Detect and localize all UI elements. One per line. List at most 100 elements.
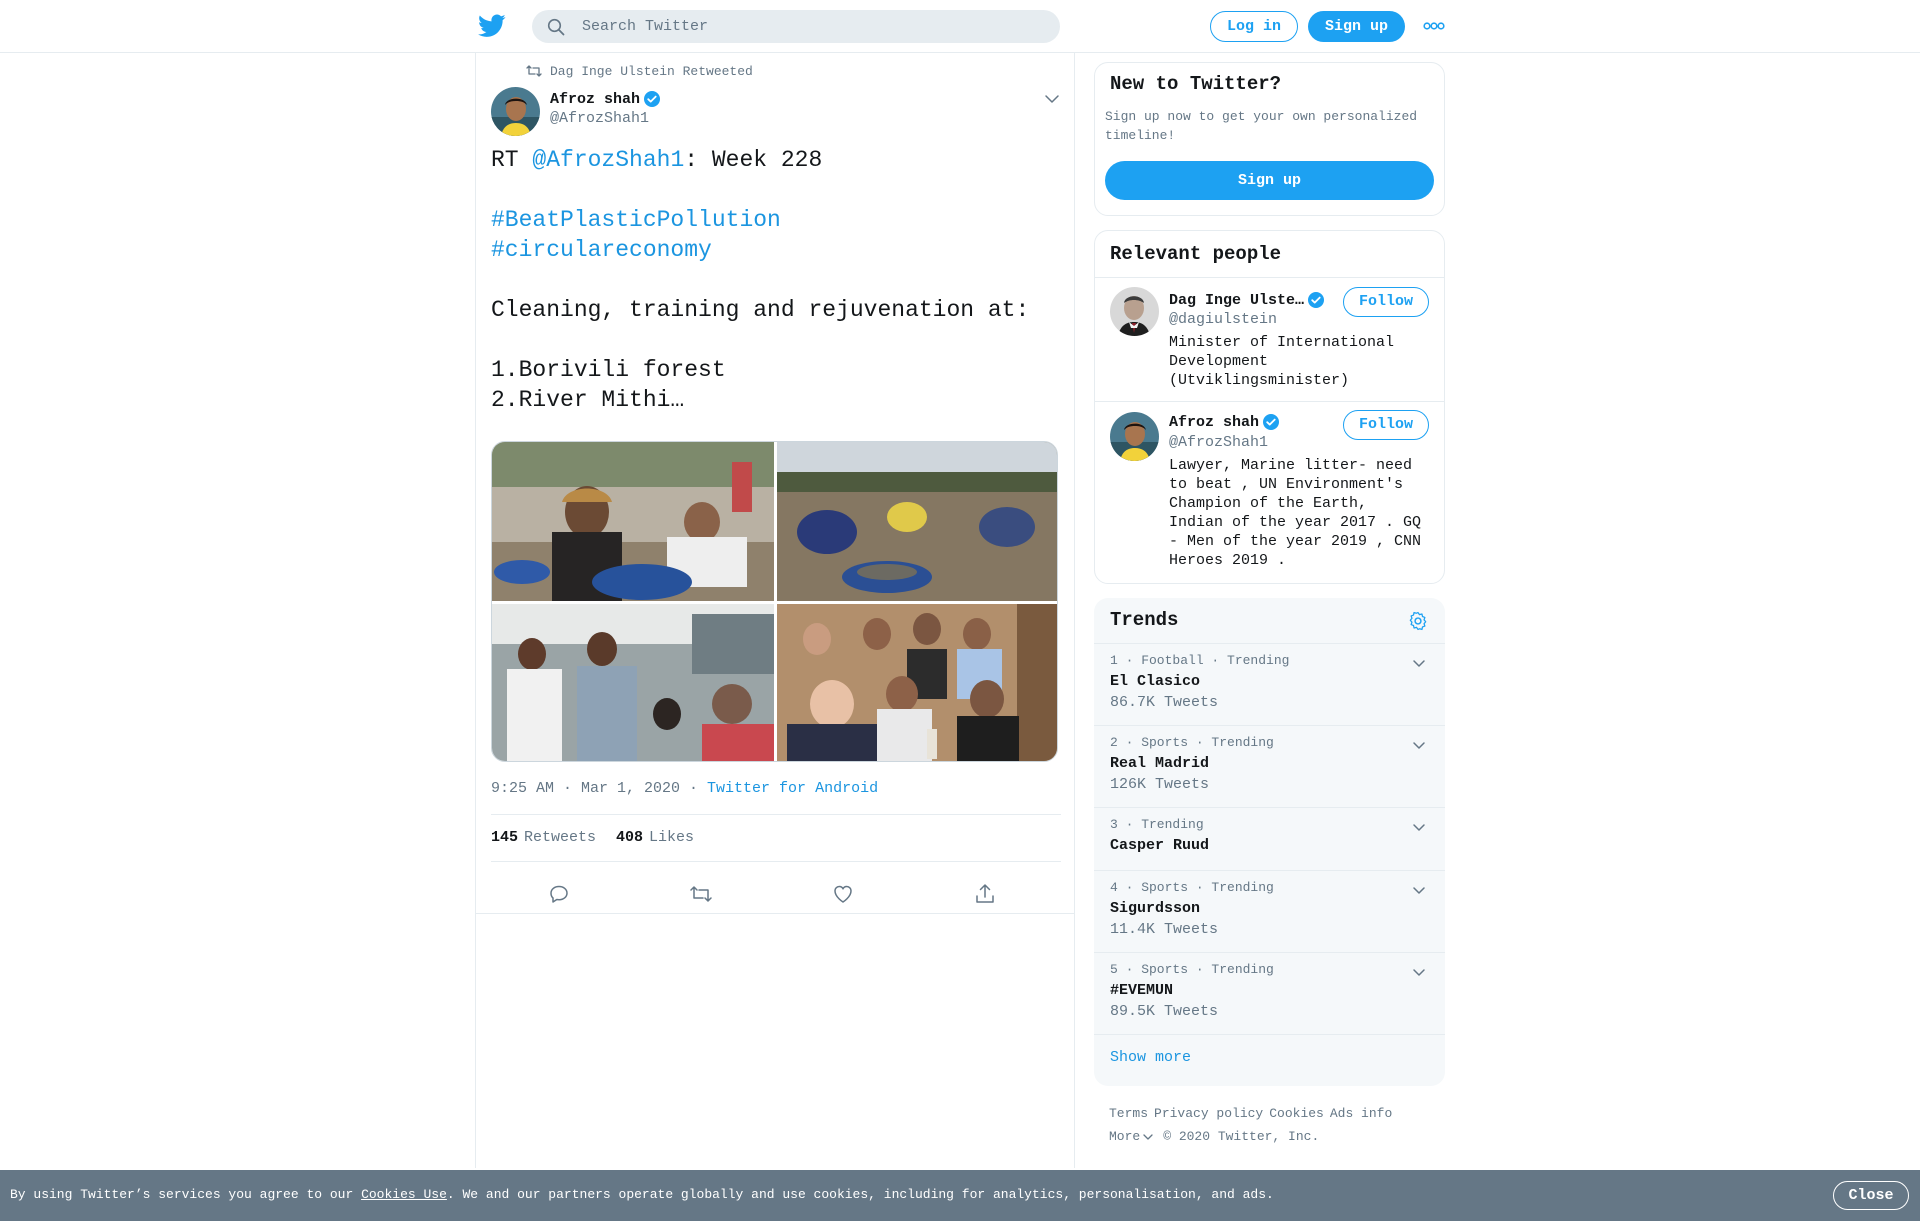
person-handle[interactable]: @AfrozShah1 (1169, 434, 1268, 451)
footer-links: Terms Privacy policy Cookies Ads info (1109, 1102, 1439, 1125)
card-title: Trends (1110, 609, 1179, 631)
trend-count: 86.7K Tweets (1110, 694, 1219, 711)
top-navigation-bar: Log in Sign up (0, 0, 1920, 53)
chevron-down-icon[interactable] (1044, 93, 1060, 105)
person-bio: Minister of International Development (U… (1169, 334, 1395, 389)
trend-name[interactable]: #EVEMUN (1110, 982, 1173, 999)
follow-button[interactable]: Follow (1343, 410, 1429, 440)
divider (476, 913, 1074, 914)
tweet-photo-grid (491, 441, 1058, 762)
tweet-photo-4[interactable] (777, 604, 1057, 761)
like-heart-icon[interactable] (831, 882, 855, 906)
trend-name[interactable]: Sigurdsson (1110, 900, 1200, 917)
tweet-detail-column: Dag Inge Ulstein Retweeted Afroz shah @A… (475, 53, 1075, 1168)
trend-count: 126K Tweets (1110, 776, 1210, 793)
trend-meta: 3 · Trending (1110, 817, 1204, 832)
cookie-text-after: . We and our partners operate globally a… (446, 1187, 1274, 1202)
search-box (532, 10, 1060, 43)
tweet-photo-1[interactable] (492, 442, 774, 601)
trend-item[interactable]: 2 · Sports · Trending Real Madrid 126K T… (1094, 725, 1445, 807)
follow-button[interactable]: Follow (1343, 287, 1429, 317)
person-avatar[interactable] (1110, 287, 1159, 336)
chevron-down-icon[interactable] (1412, 740, 1426, 750)
footer-link-terms[interactable]: Terms (1109, 1106, 1148, 1121)
chevron-down-icon[interactable] (1412, 658, 1426, 668)
hashtag-link[interactable]: #circulareconomy (491, 237, 712, 263)
mention-link[interactable]: @AfrozShah1 (532, 147, 684, 173)
more-dots-icon[interactable] (1423, 21, 1445, 31)
retweet-context-text: Dag Inge Ulstein Retweeted (550, 63, 753, 79)
footer: Terms Privacy policy Cookies Ads info More … (1109, 1102, 1439, 1148)
retweets-label: Retweets (524, 829, 597, 846)
trend-meta: 1 · Football · Trending (1110, 653, 1290, 668)
person-item[interactable]: Afroz shah @AfrozShah1 Follow Lawyer, Ma… (1095, 402, 1444, 583)
footer-more-link[interactable]: More (1109, 1125, 1140, 1148)
tweet-photo-2[interactable] (777, 442, 1057, 601)
verified-badge-icon (1308, 292, 1325, 308)
chevron-down-icon[interactable] (1412, 885, 1426, 895)
retweets-count: 145 (491, 829, 519, 846)
trend-name[interactable]: Casper Ruud (1110, 837, 1209, 854)
person-name[interactable]: Dag Inge Ulste… (1169, 292, 1304, 309)
likes-stat[interactable]: 408 Likes (616, 829, 694, 846)
tweet-text-body: Cleaning, training and rejuvenation at: (491, 297, 1030, 323)
reply-icon[interactable] (547, 882, 571, 906)
person-name[interactable]: Afroz shah (1169, 414, 1259, 431)
retweets-stat[interactable]: 145 Retweets (491, 829, 596, 846)
cookies-use-link[interactable]: Cookies Use (361, 1187, 447, 1202)
show-more-link[interactable]: Show more (1110, 1049, 1191, 1066)
settings-gear-icon[interactable] (1407, 610, 1429, 632)
verified-badge-icon (644, 91, 661, 107)
trend-item[interactable]: 3 · Trending Casper Ruud (1094, 807, 1445, 870)
author-avatar[interactable] (491, 87, 540, 136)
trend-name[interactable]: El Clasico (1110, 673, 1200, 690)
card-title: New to Twitter? (1110, 73, 1282, 95)
verified-badge-icon (1263, 414, 1280, 430)
relevant-people-card: Relevant people Dag Inge Ulste… @dagiuls… (1094, 230, 1445, 584)
chevron-down-icon[interactable] (1412, 822, 1426, 832)
tweet-source-link[interactable]: Twitter for Android (707, 780, 878, 797)
trend-count: 89.5K Tweets (1110, 1003, 1219, 1020)
retweet-context[interactable]: Dag Inge Ulstein Retweeted (526, 63, 753, 79)
tweet-text-line: 2.River Mithi… (491, 387, 685, 413)
hashtag-link[interactable]: #BeatPlasticPollution (491, 207, 781, 233)
trend-item[interactable]: 5 · Sports · Trending #EVEMUN 89.5K Twee… (1094, 952, 1445, 1034)
trend-item[interactable]: 1 · Football · Trending El Clasico 86.7K… (1094, 643, 1445, 725)
author-handle[interactable]: @AfrozShah1 (550, 109, 661, 129)
trend-name[interactable]: Real Madrid (1110, 755, 1209, 772)
twitter-bird-icon[interactable] (478, 14, 506, 38)
share-icon[interactable] (973, 882, 997, 906)
login-button[interactable]: Log in (1210, 11, 1298, 42)
trend-meta: 5 · Sports · Trending (1110, 962, 1274, 977)
search-input[interactable] (582, 10, 1042, 43)
trend-meta: 4 · Sports · Trending (1110, 880, 1274, 895)
person-handle[interactable]: @dagiulstein (1169, 311, 1277, 328)
cookie-text-before: By using Twitter’s services you agree to… (10, 1187, 362, 1202)
tweet-timestamp[interactable]: 9:25 AM · Mar 1, 2020 (491, 780, 680, 797)
cookie-consent-bar: By using Twitter’s services you agree to… (0, 1170, 1920, 1221)
signup-button[interactable]: Sign up (1308, 11, 1405, 42)
close-button[interactable]: Close (1833, 1181, 1909, 1210)
tweet-text-line: 1.Borivili forest (491, 357, 726, 383)
signup-large-button[interactable]: Sign up (1105, 161, 1434, 200)
chevron-down-icon[interactable] (1143, 1133, 1153, 1141)
tweet-text: RT @AfrozShah1: Week 228 #BeatPlasticPol… (491, 145, 1061, 415)
tweet-author: Afroz shah @AfrozShah1 (550, 89, 661, 129)
new-to-twitter-card: New to Twitter? Sign up now to get your … (1094, 62, 1445, 216)
cookie-text: By using Twitter’s services you agree to… (10, 1187, 1274, 1202)
card-title: Relevant people (1110, 243, 1282, 265)
tweet-photo-3[interactable] (492, 604, 774, 761)
person-item[interactable]: Dag Inge Ulste… @dagiulstein Follow Mini… (1095, 277, 1444, 401)
footer-link-ads-info[interactable]: Ads info (1330, 1106, 1392, 1121)
retweet-small-icon (526, 65, 542, 77)
author-name[interactable]: Afroz shah (550, 91, 640, 108)
meta-separator: · (680, 780, 708, 797)
chevron-down-icon[interactable] (1412, 967, 1426, 977)
person-bio: Lawyer, Marine litter- need to beat , UN… (1169, 457, 1422, 569)
trend-item[interactable]: 4 · Sports · Trending Sigurdsson 11.4K T… (1094, 870, 1445, 952)
footer-link-cookies[interactable]: Cookies (1269, 1106, 1324, 1121)
footer-link-privacy[interactable]: Privacy policy (1154, 1106, 1263, 1121)
card-description: Sign up now to get your own personalized… (1105, 109, 1418, 143)
person-avatar[interactable] (1110, 412, 1159, 461)
retweet-icon[interactable] (689, 882, 713, 906)
